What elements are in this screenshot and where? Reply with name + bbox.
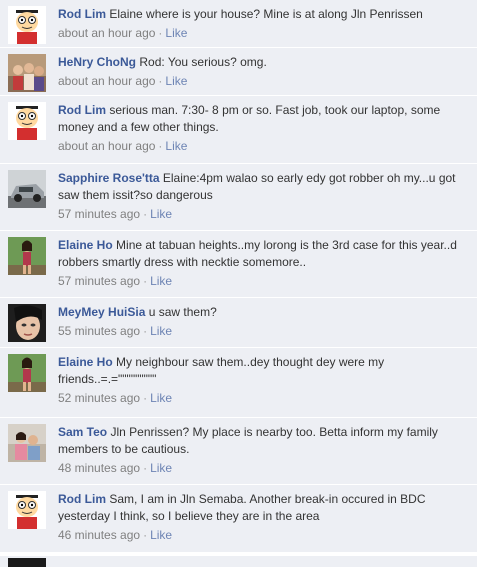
comment-timestamp: 46 minutes ago: [58, 528, 141, 542]
comment-author-link[interactable]: Sam Teo: [58, 425, 107, 439]
like-link[interactable]: Like: [150, 528, 172, 542]
comment-text: Sam, I am in Jln Semaba. Another break-i…: [58, 492, 426, 523]
like-link[interactable]: Like: [150, 391, 172, 405]
separator-dot: ·: [158, 26, 163, 40]
comment-timestamp: about an hour ago: [58, 139, 156, 153]
like-link[interactable]: Like: [150, 461, 172, 475]
cartoon-face-avatar-icon[interactable]: [8, 491, 46, 529]
comment-item: Elaine Ho My neighbour saw them..dey tho…: [0, 348, 477, 418]
comment-item: Rod Lim serious man. 7:30- 8 pm or so. F…: [0, 96, 477, 164]
comment-author-link[interactable]: Rod Lim: [58, 492, 106, 506]
comment-author-link[interactable]: Elaine Ho: [58, 238, 113, 252]
like-link[interactable]: Like: [150, 274, 172, 288]
comment-item: Rod Lim Sam, I am in Jln Semaba. Another…: [0, 485, 477, 553]
comment-timestamp: about an hour ago: [58, 26, 156, 40]
separator-dot: ·: [143, 461, 148, 475]
separator-dot: ·: [158, 139, 163, 153]
like-link[interactable]: Like: [150, 207, 172, 221]
avatar-icon: [8, 558, 46, 567]
car-photo-avatar-icon[interactable]: [8, 170, 46, 208]
comment-text: Mine at tabuan heights..my lorong is the…: [58, 238, 457, 269]
separator-dot: ·: [143, 274, 148, 288]
like-link[interactable]: Like: [150, 324, 172, 338]
separator-dot: ·: [143, 207, 148, 221]
like-link[interactable]: Like: [165, 26, 187, 40]
cartoon-face-avatar-icon[interactable]: [8, 6, 46, 44]
person-photo-avatar-icon[interactable]: [8, 354, 46, 392]
comment-item: HeNry ChoNg Rod: You serious? omg. about…: [0, 48, 477, 96]
comment-author-link[interactable]: HeNry ChoNg: [58, 55, 136, 69]
like-link[interactable]: Like: [165, 74, 187, 88]
comment-timestamp: 57 minutes ago: [58, 274, 141, 288]
separator-dot: ·: [143, 391, 148, 405]
separator-dot: ·: [143, 528, 148, 542]
partial-comment-item: [0, 556, 477, 567]
comment-author-link[interactable]: Rod Lim: [58, 7, 106, 21]
person-photo-avatar-icon[interactable]: [8, 237, 46, 275]
separator-dot: ·: [158, 74, 163, 88]
comment-text: u saw them?: [148, 305, 217, 319]
group-photo-avatar-icon[interactable]: [8, 424, 46, 462]
face-photo-avatar-icon[interactable]: [8, 304, 46, 342]
comment-item: Sam Teo Jln Penrissen? My place is nearb…: [0, 418, 477, 485]
comment-timestamp: 55 minutes ago: [58, 324, 141, 338]
comment-item: Elaine Ho Mine at tabuan heights..my lor…: [0, 231, 477, 298]
like-link[interactable]: Like: [165, 139, 187, 153]
separator-dot: ·: [143, 324, 148, 338]
comment-timestamp: 48 minutes ago: [58, 461, 141, 475]
comment-timestamp: 57 minutes ago: [58, 207, 141, 221]
comment-timestamp: about an hour ago: [58, 74, 156, 88]
comment-item: Sapphire Rose'tta Elaine:4pm walao so ea…: [0, 164, 477, 231]
group-photo-avatar-icon[interactable]: [8, 54, 46, 92]
cartoon-face-avatar-icon[interactable]: [8, 102, 46, 140]
comment-author-link[interactable]: Sapphire Rose'tta: [58, 171, 160, 185]
comment-list: Rod Lim Elaine where is your house? Mine…: [0, 0, 477, 553]
comment-author-link[interactable]: Elaine Ho: [58, 355, 113, 369]
comment-author-link[interactable]: Rod Lim: [58, 103, 106, 117]
comment-text: Rod: You serious? omg.: [139, 55, 267, 69]
comment-timestamp: 52 minutes ago: [58, 391, 141, 405]
comment-author-link[interactable]: MeyMey HuiSia: [58, 305, 145, 319]
comment-text: Elaine where is your house? Mine is at a…: [109, 7, 423, 21]
comment-item: MeyMey HuiSia u saw them? 55 minutes ago…: [0, 298, 477, 348]
comment-text: Jln Penrissen? My place is nearby too. B…: [58, 425, 438, 456]
comment-text: serious man. 7:30- 8 pm or so. Fast job,…: [58, 103, 441, 134]
comment-item: Rod Lim Elaine where is your house? Mine…: [0, 0, 477, 48]
